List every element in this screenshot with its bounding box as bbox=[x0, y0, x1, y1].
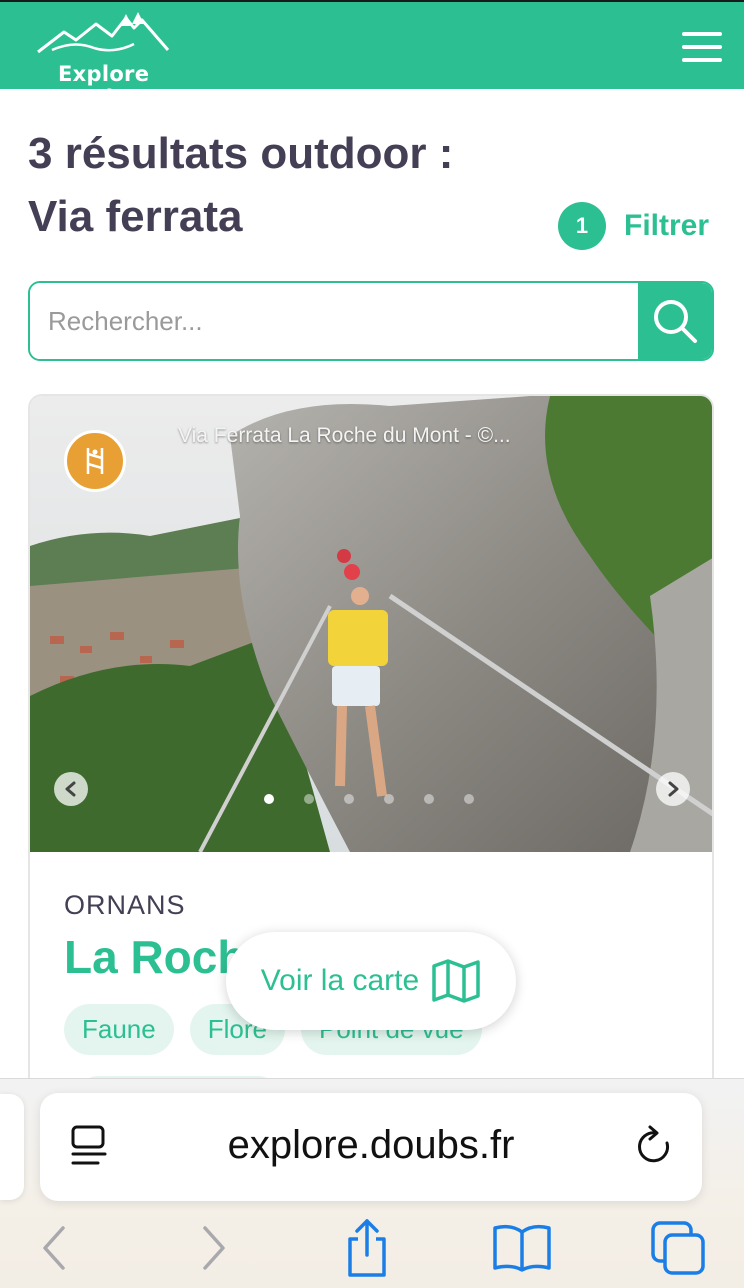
book-icon bbox=[493, 1224, 551, 1272]
climbing-icon bbox=[86, 448, 104, 474]
category-badge bbox=[64, 430, 126, 492]
carousel-dot[interactable] bbox=[464, 794, 474, 804]
chevron-right-icon bbox=[668, 781, 679, 797]
carousel-dot[interactable] bbox=[344, 794, 354, 804]
page-title: 3 résultats outdoor : Via ferrata bbox=[28, 122, 568, 248]
logo-text: Explore Doubs bbox=[58, 62, 150, 110]
carousel-dot[interactable] bbox=[304, 794, 314, 804]
photo-caption: Via Ferrata La Roche du Mont - ©... bbox=[178, 424, 511, 447]
url-text: explore.doubs.fr bbox=[227, 1123, 515, 1167]
site-header: Explore Doubs bbox=[0, 0, 744, 110]
adjacent-tab-preview[interactable] bbox=[0, 1094, 24, 1200]
carousel-dot[interactable] bbox=[384, 794, 394, 804]
search-bar bbox=[28, 281, 714, 361]
search-button[interactable] bbox=[638, 283, 712, 359]
forward-button[interactable] bbox=[182, 1216, 246, 1280]
menu-line-icon bbox=[682, 32, 722, 36]
tabs-icon bbox=[651, 1221, 705, 1275]
show-map-label: Voir la carte bbox=[260, 964, 420, 997]
carousel-prev-button[interactable] bbox=[54, 772, 88, 806]
bookmarks-button[interactable] bbox=[490, 1216, 554, 1280]
mountain-logo-icon bbox=[37, 12, 170, 54]
share-button[interactable] bbox=[335, 1216, 399, 1280]
chevron-right-icon bbox=[203, 1226, 225, 1270]
page-title-line2: Via ferrata bbox=[28, 192, 243, 241]
chevron-left-icon bbox=[65, 781, 76, 797]
address-bar[interactable]: explore.doubs.fr bbox=[40, 1093, 702, 1201]
filter-count-badge: 1 bbox=[558, 202, 606, 250]
carousel-dot[interactable] bbox=[424, 794, 434, 804]
menu-line-icon bbox=[682, 45, 722, 49]
tabs-button[interactable] bbox=[646, 1216, 710, 1280]
reload-icon[interactable] bbox=[634, 1123, 676, 1169]
place-city: ORNANS bbox=[64, 890, 186, 920]
site-logo[interactable]: Explore Doubs bbox=[28, 10, 188, 110]
search-icon bbox=[654, 300, 697, 343]
place-title[interactable]: La Roch bbox=[64, 930, 245, 984]
hamburger-menu-button[interactable] bbox=[680, 30, 724, 64]
chevron-left-icon bbox=[43, 1226, 65, 1270]
carousel-next-button[interactable] bbox=[656, 772, 690, 806]
share-icon bbox=[348, 1219, 386, 1277]
carousel-dot[interactable] bbox=[264, 794, 274, 804]
tag-faune: Faune bbox=[64, 1004, 174, 1055]
search-input[interactable] bbox=[30, 283, 638, 359]
menu-line-icon bbox=[682, 58, 722, 62]
show-map-button[interactable]: Voir la carte bbox=[226, 932, 516, 1030]
map-icon bbox=[432, 959, 480, 1003]
carousel-dots bbox=[264, 794, 474, 804]
via-ferrata-photo[interactable] bbox=[30, 396, 714, 852]
back-button[interactable] bbox=[22, 1216, 86, 1280]
filter-label: Filtrer bbox=[624, 209, 710, 242]
filter-button[interactable]: 1 Filtrer bbox=[558, 200, 709, 252]
page-title-line1: 3 résultats outdoor : bbox=[28, 129, 454, 178]
